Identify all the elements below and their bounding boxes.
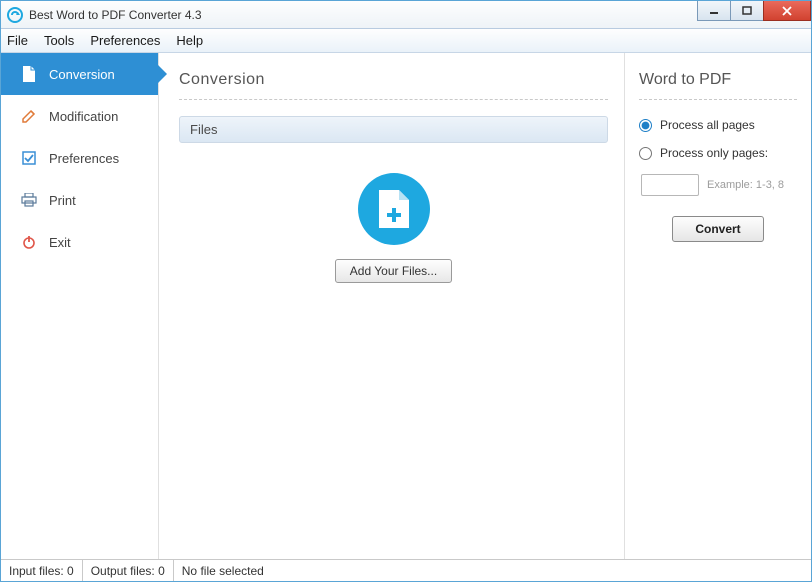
menu-help[interactable]: Help	[176, 33, 203, 48]
radio-all-label: Process all pages	[660, 118, 755, 132]
statusbar: Input files: 0 Output files: 0 No file s…	[1, 559, 811, 581]
app-icon	[7, 7, 23, 23]
menu-file[interactable]: File	[7, 33, 28, 48]
radio-all-input[interactable]	[639, 119, 652, 132]
checkbox-icon	[21, 150, 37, 166]
status-input-files: Input files: 0	[1, 560, 83, 581]
sidebar-item-label: Print	[49, 193, 76, 208]
maximize-button[interactable]	[730, 1, 764, 21]
pages-example: Example: 1-3, 8	[707, 179, 784, 191]
right-heading: Word to PDF	[639, 71, 797, 100]
menu-tools[interactable]: Tools	[44, 33, 74, 48]
sidebar: Conversion Modification Preferences Prin…	[1, 53, 159, 559]
files-header: Files	[179, 116, 608, 143]
power-icon	[21, 234, 37, 250]
radio-only-label: Process only pages:	[660, 146, 768, 160]
sidebar-item-print[interactable]: Print	[1, 179, 158, 221]
panel-heading: Conversion	[179, 71, 608, 100]
status-selection: No file selected	[174, 560, 811, 581]
pages-input[interactable]	[641, 174, 699, 196]
minimize-button[interactable]	[697, 1, 731, 21]
window-controls	[698, 1, 811, 28]
sidebar-item-label: Exit	[49, 235, 71, 250]
status-output-files: Output files: 0	[83, 560, 174, 581]
radio-only-input[interactable]	[639, 147, 652, 160]
sidebar-item-exit[interactable]: Exit	[1, 221, 158, 263]
close-button[interactable]	[763, 1, 811, 21]
center-panel: Conversion Files Add Your Files...	[159, 53, 625, 559]
sidebar-item-label: Modification	[49, 109, 118, 124]
right-panel: Word to PDF Process all pages Process on…	[625, 53, 811, 559]
menubar: File Tools Preferences Help	[1, 29, 811, 53]
conversion-icon	[21, 66, 37, 82]
pencil-icon	[21, 108, 37, 124]
drop-zone: Add Your Files...	[179, 143, 608, 283]
printer-icon	[21, 192, 37, 208]
sidebar-item-label: Preferences	[49, 151, 119, 166]
menu-preferences[interactable]: Preferences	[90, 33, 160, 48]
main-area: Conversion Modification Preferences Prin…	[1, 53, 811, 559]
sidebar-item-modification[interactable]: Modification	[1, 95, 158, 137]
radio-all-pages[interactable]: Process all pages	[639, 118, 797, 132]
add-files-button[interactable]: Add Your Files...	[335, 259, 452, 283]
sidebar-item-conversion[interactable]: Conversion	[1, 53, 158, 95]
titlebar: Best Word to PDF Converter 4.3	[1, 1, 811, 29]
convert-button[interactable]: Convert	[672, 216, 763, 242]
sidebar-item-preferences[interactable]: Preferences	[1, 137, 158, 179]
radio-only-pages[interactable]: Process only pages:	[639, 146, 797, 160]
add-file-icon	[358, 173, 430, 245]
pages-row: Example: 1-3, 8	[641, 174, 797, 196]
sidebar-item-label: Conversion	[49, 67, 115, 82]
window-title: Best Word to PDF Converter 4.3	[29, 8, 202, 22]
